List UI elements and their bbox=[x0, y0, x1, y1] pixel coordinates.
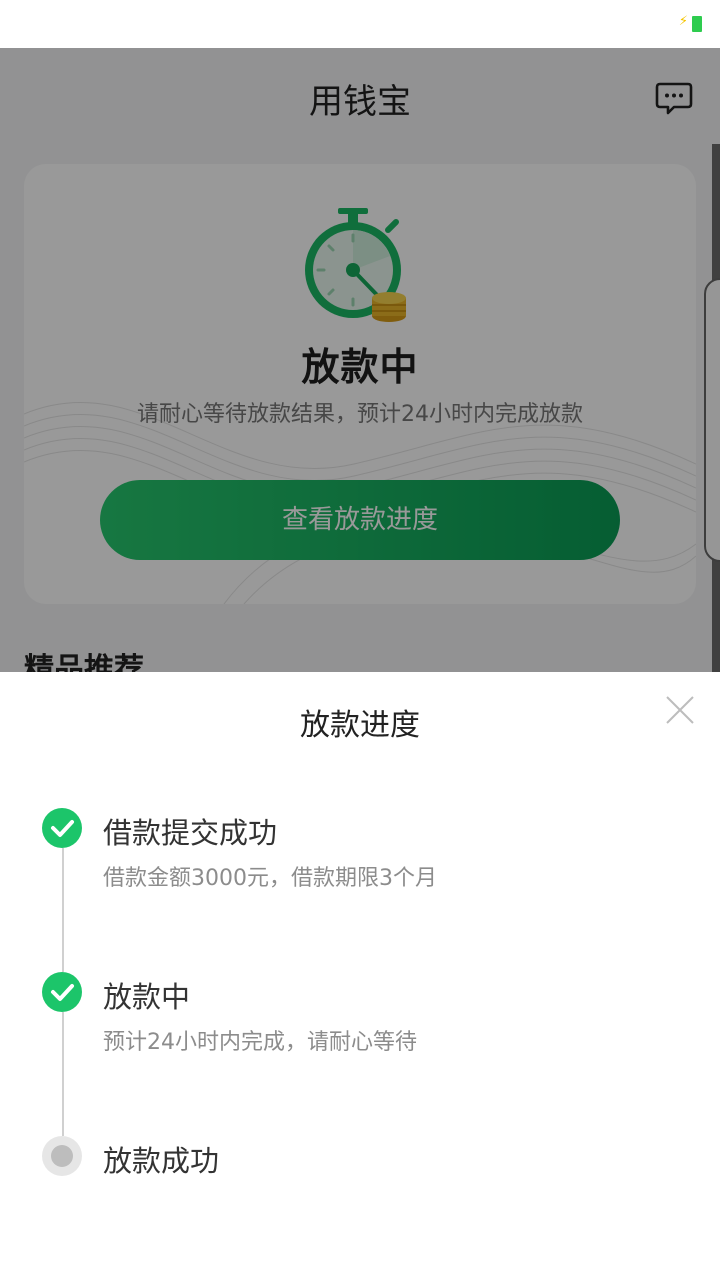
battery-icon bbox=[692, 16, 702, 32]
step-description: 预计24小时内完成，请耐心等待 bbox=[103, 1030, 417, 1055]
close-icon[interactable] bbox=[664, 694, 696, 726]
timeline-connector bbox=[62, 848, 64, 972]
loan-progress-sheet: 放款进度 借款提交成功 借款金额3000元，借款期限3个月 放款中 预计24小时… bbox=[0, 672, 720, 1280]
timeline-connector bbox=[62, 1012, 64, 1136]
step-title: 放款成功 bbox=[103, 1144, 220, 1178]
step-description: 借款金额3000元，借款期限3个月 bbox=[103, 866, 437, 891]
modal-overlay[interactable] bbox=[0, 48, 720, 672]
step-title: 放款中 bbox=[103, 980, 191, 1014]
check-icon bbox=[42, 808, 82, 848]
check-icon bbox=[42, 972, 82, 1012]
bolt-icon: ⚡ bbox=[678, 14, 688, 29]
status-bar: ⚡ bbox=[0, 0, 720, 48]
sheet-title: 放款进度 bbox=[300, 708, 420, 743]
pending-dot-icon bbox=[42, 1136, 82, 1176]
step-title: 借款提交成功 bbox=[103, 816, 278, 850]
